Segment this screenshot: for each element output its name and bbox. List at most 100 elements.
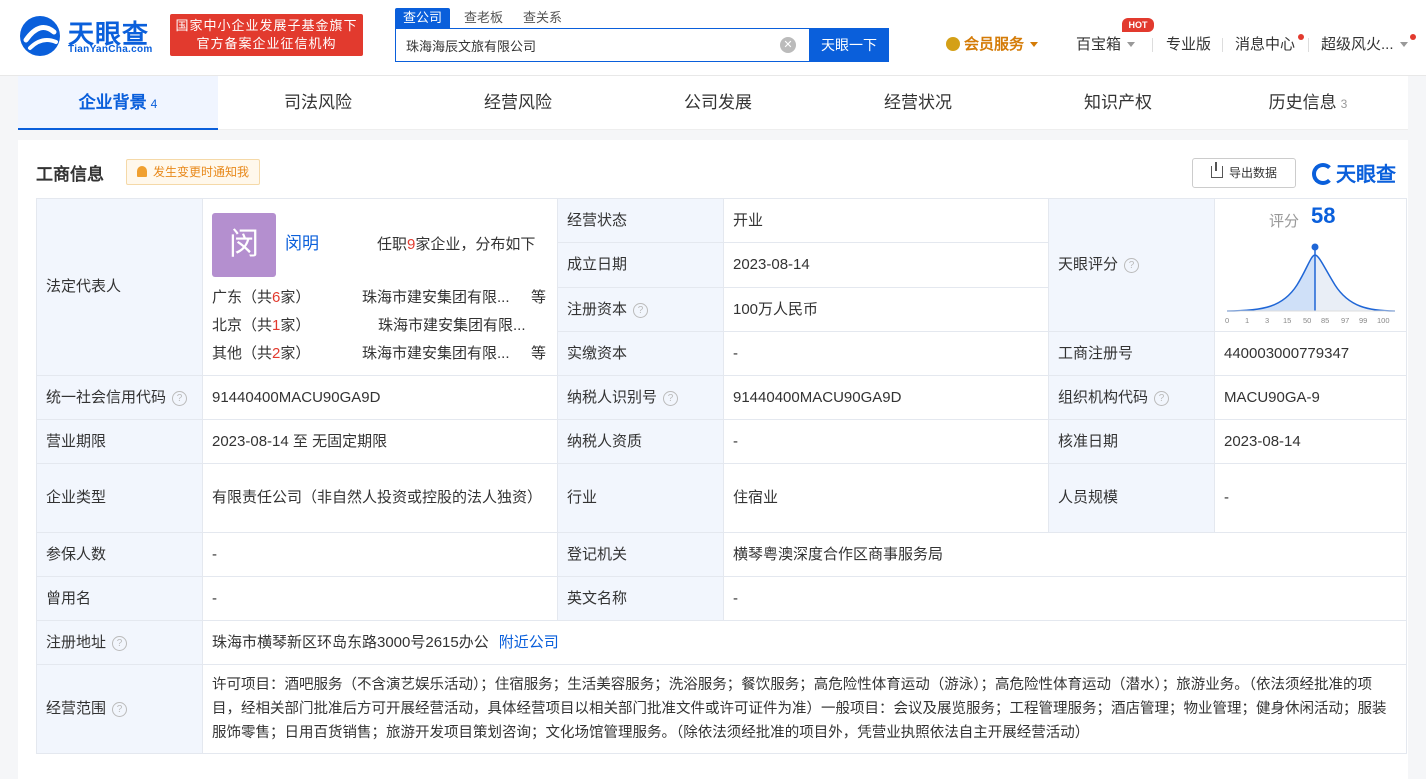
- industry-value: 住宿业: [723, 463, 1049, 533]
- taxpayer-qual-label: 纳税人资质: [557, 419, 724, 464]
- help-icon[interactable]: ?: [172, 390, 188, 406]
- tick-label: 99: [1359, 316, 1367, 325]
- company-link[interactable]: 珠海市建安集团有限...: [378, 315, 536, 337]
- registration-authority-value: 横琴粤澳深度合作区商事服务局: [723, 532, 1407, 577]
- legal-rep-name-link[interactable]: 闵明: [285, 233, 319, 255]
- help-icon[interactable]: ?: [1124, 258, 1140, 273]
- search-input[interactable]: [406, 29, 766, 61]
- paid-capital-label: 实缴资本: [557, 331, 724, 376]
- approval-date-value: 2023-08-14: [1214, 419, 1407, 464]
- capital-value: 100万人民币: [723, 287, 1049, 332]
- tab-enterprise-background[interactable]: 企业背景 4: [18, 76, 218, 130]
- chevron-down-icon: [1399, 42, 1408, 47]
- export-data-button[interactable]: 导出数据: [1192, 158, 1296, 188]
- help-icon[interactable]: ?: [112, 635, 128, 651]
- paid-capital-value: -: [723, 331, 1049, 376]
- list-item: 广东（共6家） 珠海市建安集团有限... 等: [212, 287, 552, 309]
- credit-code-label-cell: 统一社会信用代码?: [36, 375, 203, 420]
- treasure-box-menu[interactable]: 百宝箱: [1076, 34, 1136, 56]
- notify-label: 发生变更时通知我: [153, 165, 250, 179]
- company-link[interactable]: 珠海市建安集团有限...: [362, 287, 520, 309]
- etc-link[interactable]: 等: [531, 343, 546, 365]
- english-name-label: 英文名称: [557, 576, 724, 621]
- taxpayer-qual-value: -: [723, 419, 1049, 464]
- export-label: 导出数据: [1228, 166, 1277, 180]
- tab-label: 知识产权: [1084, 93, 1152, 112]
- tab-judicial-risk[interactable]: 司法风险: [218, 76, 418, 130]
- capital-label: 注册资本: [567, 300, 628, 318]
- taxpayer-id-label-cell: 纳税人识别号?: [557, 375, 724, 420]
- section-title: 工商信息: [36, 165, 104, 184]
- user-dot: [1410, 34, 1416, 40]
- search-type-tabs: 查公司 查老板 查关系: [395, 8, 580, 28]
- credit-code-value: 91440400MACU90GA9D: [202, 375, 558, 420]
- status-label: 经营状态: [557, 198, 724, 243]
- user-name: 超级风火...: [1321, 36, 1394, 53]
- tab-operating-status[interactable]: 经营状况: [818, 76, 1018, 130]
- org-code-label-cell: 组织机构代码?: [1048, 375, 1215, 420]
- help-icon[interactable]: ?: [663, 390, 679, 406]
- nearby-companies-link[interactable]: 附近公司: [499, 634, 559, 651]
- search-button[interactable]: 天眼一下: [809, 28, 889, 62]
- list-item: 北京（共1家） 珠海市建安集团有限...: [212, 315, 552, 337]
- search-tab-company[interactable]: 查公司: [395, 8, 451, 28]
- region-name: 其他（共: [212, 345, 273, 362]
- brand-watermark: 天眼查: [1312, 158, 1396, 187]
- score-caption: 评分: [1269, 213, 1300, 230]
- avatar[interactable]: 闵: [212, 213, 276, 277]
- taxpayer-id-label: 纳税人识别号: [567, 388, 658, 406]
- tick-label: 97: [1341, 316, 1349, 325]
- tick-label: 85: [1321, 316, 1329, 325]
- tab-label: 经营状况: [884, 93, 952, 112]
- message-dot: [1298, 34, 1304, 40]
- region-name: 广东（共: [212, 289, 273, 306]
- change-notify-button[interactable]: 发生变更时通知我: [126, 159, 261, 185]
- vip-service-menu[interactable]: 会员服务: [946, 34, 1039, 56]
- business-info-card: 工商信息 发生变更时通知我 导出数据 天眼查 法定代表人 闵 闵明 任职9家企业…: [18, 140, 1408, 779]
- etc-link[interactable]: 等: [531, 287, 546, 309]
- address-label-cell: 注册地址?: [36, 620, 203, 665]
- business-period-value: 2023-08-14 至 无固定期限: [202, 419, 558, 464]
- search-tab-boss[interactable]: 查老板: [462, 8, 505, 28]
- brand-text: 天眼查: [1336, 164, 1396, 186]
- site-logo[interactable]: 天眼查 TianYanCha.com: [18, 12, 158, 58]
- tab-history-info[interactable]: 历史信息 3: [1208, 76, 1408, 130]
- company-link[interactable]: 珠海市建安集团有限...: [362, 343, 520, 365]
- official-banner[interactable]: 国家中小企业发展子基金旗下 官方备案企业征信机构: [170, 14, 363, 56]
- pro-version-link[interactable]: 专业版: [1166, 34, 1211, 56]
- tab-label: 企业背景: [78, 93, 147, 112]
- english-name-value: -: [723, 576, 1407, 621]
- vip-label: 会员服务: [964, 36, 1025, 53]
- search-tab-relation[interactable]: 查关系: [521, 8, 564, 28]
- region-unit: 家）: [280, 345, 311, 362]
- logo-eye-icon: [20, 16, 60, 56]
- former-name-label: 曾用名: [36, 576, 203, 621]
- help-icon[interactable]: ?: [1154, 390, 1170, 406]
- chevron-down-icon: [1030, 42, 1039, 47]
- tab-label: 历史信息: [1268, 93, 1337, 112]
- section-tabs: 企业背景 4 司法风险 经营风险 公司发展 经营状况 知识产权 历史信息 3: [18, 76, 1408, 130]
- clear-icon[interactable]: ✕: [780, 37, 796, 53]
- status-value: 开业: [723, 198, 1049, 243]
- tab-company-development[interactable]: 公司发展: [618, 76, 818, 130]
- treasure-label: 百宝箱: [1076, 36, 1122, 53]
- nav-divider: [1222, 38, 1223, 52]
- brand-eye-icon: [1312, 163, 1334, 185]
- search-box: ✕: [395, 28, 809, 62]
- help-icon[interactable]: ?: [633, 302, 649, 318]
- tab-business-risk[interactable]: 经营风险: [418, 76, 618, 130]
- tick-label: 1: [1245, 316, 1249, 325]
- score-cell[interactable]: 评分 58 0 1 3 15 50 85 97 99 100: [1214, 198, 1407, 332]
- score-marker: [1311, 243, 1319, 251]
- help-icon[interactable]: ?: [112, 702, 128, 717]
- message-center-link[interactable]: 消息中心: [1235, 34, 1295, 56]
- tab-label: 经营风险: [484, 93, 552, 112]
- legal-rep-company-count: 任职9家企业，分布如下: [377, 234, 535, 256]
- score-distribution-chart: 0 1 3 15 50 85 97 99 100: [1225, 243, 1396, 325]
- score-label-cell: 天眼评分?: [1048, 198, 1215, 332]
- user-menu[interactable]: 超级风火...: [1321, 34, 1408, 56]
- company-type-label: 企业类型: [36, 463, 203, 533]
- tab-intellectual-property[interactable]: 知识产权: [1018, 76, 1218, 130]
- founded-value: 2023-08-14: [723, 242, 1049, 288]
- business-info-table: 法定代表人 闵 闵明 任职9家企业，分布如下 广东（共6家） 珠海市建安集团有限.…: [36, 198, 1407, 754]
